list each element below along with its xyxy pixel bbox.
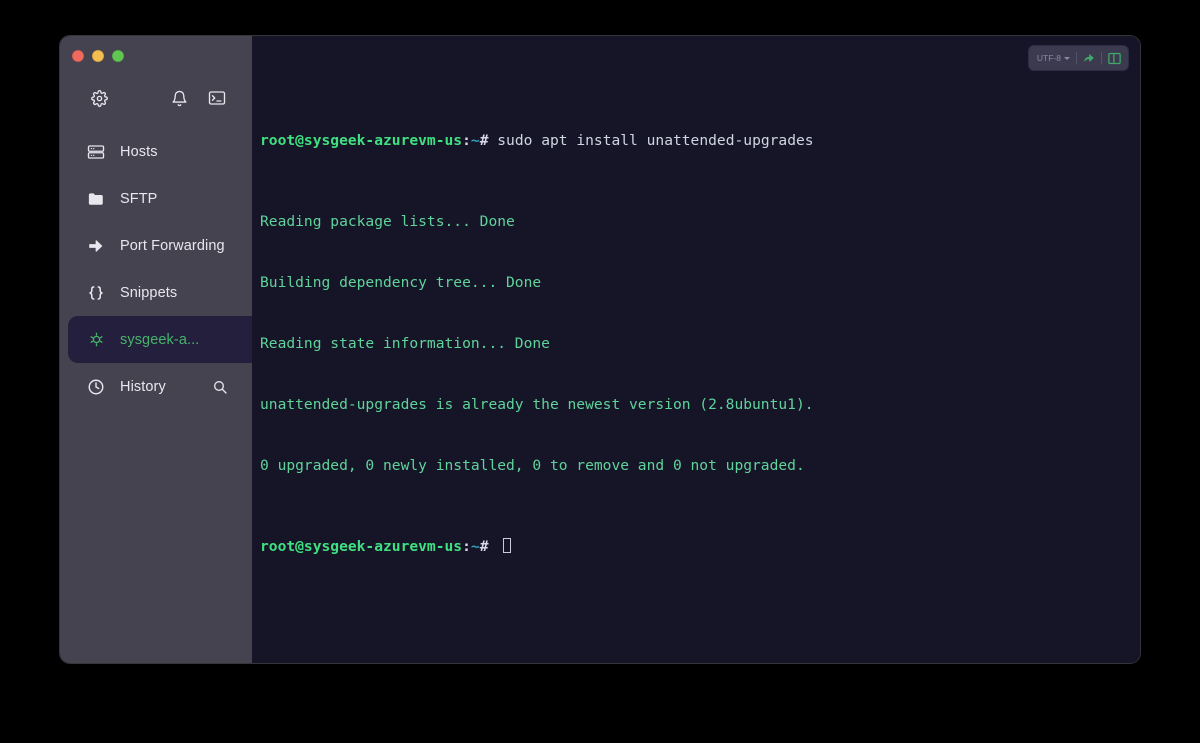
- sidebar-item-label: Snippets: [120, 284, 178, 301]
- app-root: Hosts SFTP Port Forwarding Snippets sysg…: [0, 0, 1200, 743]
- terminal-line-output: Building dependency tree... Done: [260, 273, 542, 291]
- arrow-right-icon: [86, 236, 106, 256]
- prompt-symbol: #: [479, 131, 498, 149]
- share-arrow-icon[interactable]: [1079, 49, 1099, 67]
- prompt-symbol: #: [479, 537, 498, 555]
- maximize-button[interactable]: [112, 50, 124, 62]
- braces-icon: [86, 283, 106, 303]
- toolbar-divider: [1101, 52, 1102, 64]
- terminal-app-window: Hosts SFTP Port Forwarding Snippets sysg…: [60, 36, 1140, 663]
- terminal-command: sudo apt install unattended-upgrades: [497, 131, 814, 149]
- sidebar-item-snippets[interactable]: Snippets: [60, 269, 252, 316]
- search-icon[interactable]: [210, 377, 230, 397]
- sidebar-item-label: Port Forwarding: [120, 237, 225, 254]
- sidebar-item-session-sysgeek[interactable]: sysgeek-a...: [68, 316, 252, 363]
- terminal-line-output: 0 upgraded, 0 newly installed, 0 to remo…: [260, 456, 805, 474]
- close-button[interactable]: [72, 50, 84, 62]
- sidebar: Hosts SFTP Port Forwarding Snippets sysg…: [60, 36, 252, 663]
- terminal-line-prompt: root@sysgeek-azurevm-us:~# sudo apt inst…: [260, 131, 1140, 151]
- terminal-pane[interactable]: UTF-8 root@sysgeek-azurevm-us:~# sudo ap…: [252, 36, 1140, 663]
- server-rack-icon: [86, 142, 106, 162]
- prompt-user-host: root@sysgeek-azurevm-us: [260, 537, 463, 555]
- sidebar-item-sftp[interactable]: SFTP: [60, 175, 252, 222]
- terminal-cursor: [503, 537, 512, 553]
- chevron-down-icon: [1064, 56, 1070, 60]
- terminal-output[interactable]: root@sysgeek-azurevm-us:~# sudo apt inst…: [252, 36, 1140, 618]
- encoding-label: UTF-8: [1036, 53, 1061, 63]
- prompt-colon: :: [462, 537, 471, 555]
- sidebar-item-label: History: [120, 378, 166, 395]
- sidebar-item-label: sysgeek-a...: [120, 331, 200, 348]
- toolbar-divider: [1076, 52, 1077, 64]
- terminal-icon[interactable]: [204, 85, 230, 111]
- prompt-user-host: root@sysgeek-azurevm-us: [260, 131, 463, 149]
- window-titlebar: [60, 36, 252, 76]
- sidebar-empty-area: [60, 410, 252, 663]
- split-panel-icon[interactable]: [1104, 49, 1124, 67]
- session-icon: [86, 330, 106, 350]
- prompt-path: ~: [470, 537, 480, 555]
- encoding-selector[interactable]: UTF-8: [1033, 49, 1074, 67]
- terminal-line-output: Reading package lists... Done: [260, 213, 515, 231]
- sidebar-item-label: Hosts: [120, 143, 158, 160]
- minimize-button[interactable]: [92, 50, 104, 62]
- sidebar-item-hosts[interactable]: Hosts: [60, 128, 252, 175]
- clock-icon: [86, 377, 106, 397]
- terminal-toolbar: UTF-8: [1028, 46, 1128, 70]
- sidebar-item-history[interactable]: History: [60, 363, 252, 410]
- sidebar-item-port-forwarding[interactable]: Port Forwarding: [60, 222, 252, 269]
- sidebar-icon-row: [60, 76, 252, 120]
- sidebar-nav: Hosts SFTP Port Forwarding Snippets sysg…: [60, 120, 252, 410]
- gear-icon[interactable]: [86, 85, 112, 111]
- terminal-line-output: unattended-upgrades is already the newes…: [260, 395, 814, 413]
- bell-icon[interactable]: [166, 85, 192, 111]
- prompt-colon: :: [462, 131, 471, 149]
- prompt-path: ~: [470, 131, 480, 149]
- folder-icon: [86, 189, 106, 209]
- terminal-line-prompt-active: root@sysgeek-azurevm-us:~#: [260, 537, 1140, 557]
- terminal-line-output: Reading state information... Done: [260, 334, 550, 352]
- sidebar-item-label: SFTP: [120, 190, 158, 207]
